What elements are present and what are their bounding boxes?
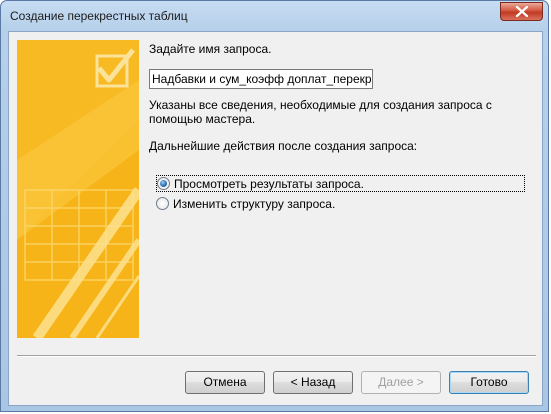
close-icon: [515, 6, 529, 17]
option-modify-design[interactable]: Изменить структуру запроса.: [156, 195, 335, 212]
radio-view-results[interactable]: [157, 177, 170, 190]
option-modify-design-label: Изменить структуру запроса.: [173, 196, 336, 211]
query-name-label: Задайте имя запроса.: [149, 42, 272, 56]
back-button[interactable]: < Назад: [273, 371, 353, 394]
crosstab-wizard-icon: [17, 40, 139, 338]
info-text: Указаны все сведения, необходимые для со…: [149, 98, 492, 126]
window-title: Создание перекрестных таблиц: [10, 9, 188, 23]
query-name-input[interactable]: Надбавки и сум_коэфф доплат_перекрестн: [149, 69, 373, 89]
finish-button[interactable]: Готово: [449, 371, 529, 394]
radio-modify-design[interactable]: [156, 197, 169, 210]
option-view-results[interactable]: Просмотреть результаты запроса.: [156, 175, 525, 192]
close-button[interactable]: [500, 2, 543, 21]
wizard-body: Задайте имя запроса. Надбавки и сум_коэф…: [8, 31, 543, 406]
wizard-window: Создание перекрестных таблиц Задайте имя…: [0, 0, 549, 412]
cancel-button[interactable]: Отмена: [185, 371, 265, 394]
next-steps-label: Дальнейшие действия после создания запро…: [149, 139, 418, 153]
next-button[interactable]: Далее >: [361, 371, 441, 394]
title-bar[interactable]: Создание перекрестных таблиц: [1, 1, 548, 31]
wizard-banner-image: [17, 40, 139, 338]
option-view-results-label: Просмотреть результаты запроса.: [174, 176, 364, 191]
divider: [17, 355, 536, 357]
